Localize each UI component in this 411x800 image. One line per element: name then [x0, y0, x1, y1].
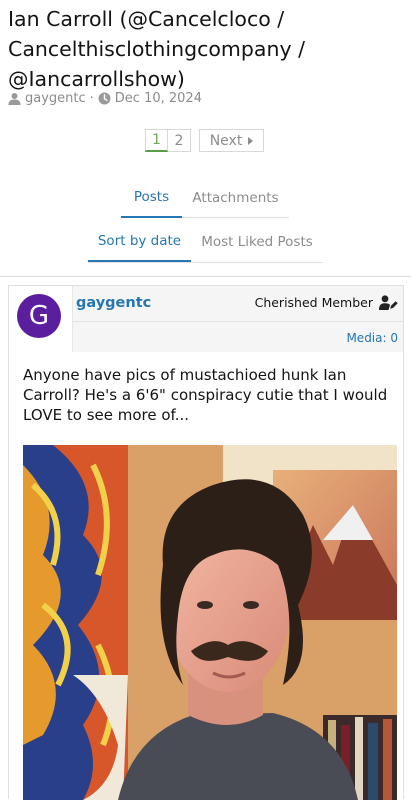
most-liked-posts-tab[interactable]: Most Liked Posts [191, 222, 323, 262]
clock-icon [98, 92, 111, 105]
tab-attachments[interactable]: Attachments [182, 178, 289, 218]
tab-posts[interactable]: Posts [121, 178, 182, 218]
thread-tabs: Posts Attachments [121, 178, 289, 218]
page-2-button[interactable]: 2 [168, 129, 191, 152]
next-label: Next [209, 132, 243, 149]
avatar[interactable]: G [17, 294, 61, 338]
thread-meta: gaygentc · Dec 10, 2024 [8, 91, 202, 106]
post: G gaygentc Cherished Member Media: 0 Any… [8, 285, 404, 800]
user-title-text: Cherished Member [254, 295, 373, 310]
media-count-link[interactable]: Media: 0 [346, 331, 398, 345]
sort-tabs: Sort by date Most Liked Posts [88, 222, 323, 263]
user-edit-icon [379, 295, 398, 310]
thread-title: Ian Carroll (@Cancelcloco / Cancelthiscl… [8, 7, 305, 91]
page-1-button[interactable]: 1 [145, 129, 168, 152]
thread-author-link[interactable]: gaygentc [25, 91, 86, 106]
user-icon [8, 93, 21, 105]
chevron-right-icon [248, 136, 254, 145]
post-image[interactable] [23, 445, 397, 800]
thread-date[interactable]: Dec 10, 2024 [115, 91, 202, 106]
post-message: Anyone have pics of mustachioed hunk Ian… [23, 366, 388, 424]
post-image-illustration [23, 445, 397, 800]
divider [0, 276, 411, 277]
sort-by-date-tab[interactable]: Sort by date [88, 222, 191, 262]
post-username-link[interactable]: gaygentc [76, 295, 151, 311]
meta-separator: · [89, 91, 94, 106]
post-user-cell: G [9, 286, 73, 352]
post-user-extra: Media: 0 [73, 322, 403, 352]
post-user-header: gaygentc Cherished Member [73, 286, 403, 322]
user-title: Cherished Member [255, 295, 398, 310]
pagination: 1 2 Next [145, 129, 264, 152]
next-page-button[interactable]: Next [199, 129, 264, 152]
